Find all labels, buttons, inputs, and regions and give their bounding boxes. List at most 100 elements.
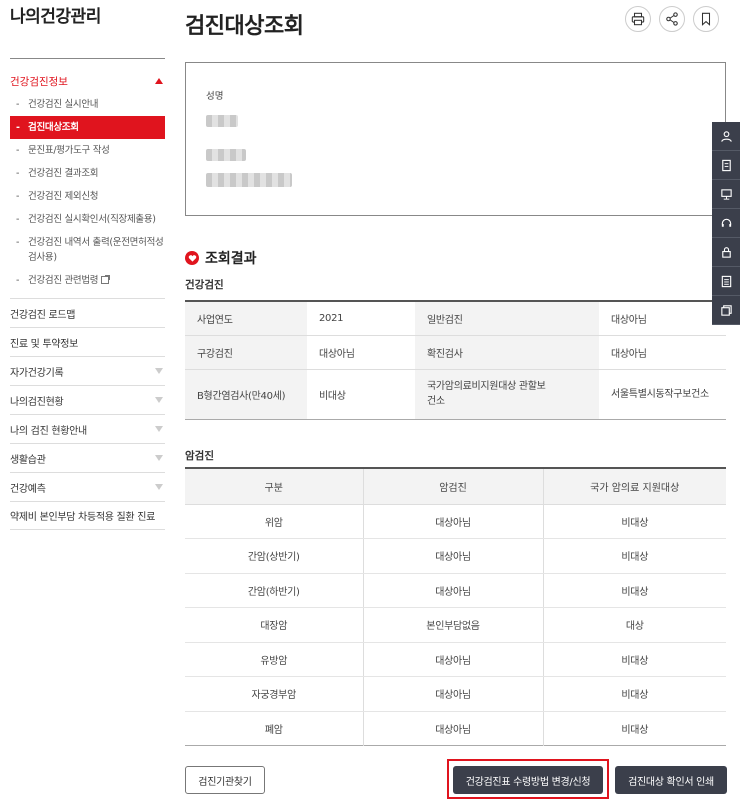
share-button[interactable]	[659, 6, 685, 32]
printer-icon	[631, 12, 645, 26]
sidebar-item-checkup-guide[interactable]: 건강검진 실시안내	[10, 93, 165, 116]
table-row: 유방암 대상아님 비대상	[185, 642, 726, 677]
table-cell: 간암(하반기)	[185, 573, 364, 608]
table-cell: 비대상	[543, 642, 726, 677]
table-row: 위암 대상아님 비대상	[185, 504, 726, 539]
lock-icon	[721, 246, 731, 258]
masked-name	[206, 115, 238, 127]
table-cell: 대장암	[185, 607, 364, 643]
table-cell: 비대상	[543, 573, 726, 608]
table-cell: 대상아님	[307, 335, 415, 370]
bookmark-button[interactable]	[693, 6, 719, 32]
chevron-up-icon	[155, 78, 163, 84]
sidebar-item-status-guide[interactable]: 나의 검진 현황안내	[10, 414, 165, 443]
sidebar-item-self-record[interactable]: 자가건강기록	[10, 356, 165, 385]
sidebar-item-roadmap[interactable]: 건강검진 로드맵	[10, 298, 165, 327]
floating-monitor-button[interactable]	[712, 180, 740, 209]
table-header-cell: 구분	[185, 468, 364, 505]
table-row: 사업연도 2021 일반검진 대상아님	[185, 301, 726, 336]
chevron-down-icon	[155, 455, 163, 461]
table-cell: 비대상	[319, 390, 346, 402]
user-icon	[720, 130, 732, 142]
table-header-cell: 국가암의료비지원대상 관할보건소	[415, 369, 599, 419]
sidebar-item-questionnaire[interactable]: 문진표/평가도구 작성	[10, 139, 165, 162]
table-cell: 비대상	[543, 538, 726, 574]
sidebar-item-confirmation[interactable]: 건강검진 실시확인서(직장제출용)	[10, 208, 165, 231]
chevron-down-icon	[155, 426, 163, 432]
table-cell: 대상아님	[599, 301, 726, 336]
chevron-down-icon	[155, 397, 163, 403]
floating-document-button[interactable]	[712, 151, 740, 180]
sidebar-item-label: 진료 및 투약정보	[10, 338, 79, 350]
table-row: 자궁경부암 대상아님 비대상	[185, 676, 726, 712]
headset-icon	[721, 218, 731, 227]
table-cell: 대상아님	[363, 538, 544, 574]
user-info-box: 성명	[185, 62, 726, 216]
table-cell: 대상아님	[599, 335, 726, 370]
sidebar-item-label: 건강검진 로드맵	[10, 309, 76, 321]
sidebar-item-label: 나의검진현황	[10, 396, 64, 408]
sidebar-item-label: 생활습관	[10, 454, 46, 466]
document-icon	[721, 159, 731, 171]
table-cell: 대상아님	[363, 573, 544, 608]
floating-toolbar	[712, 122, 740, 325]
sidebar-item-label: 건강검진 관련법령	[28, 275, 99, 286]
floating-windows-button[interactable]	[712, 296, 740, 325]
sidebar: 나의건강관리 건강검진정보 건강검진 실시안내 검진대상조회 문진표/평가도구 …	[10, 0, 165, 530]
table-cell: 대상아님	[363, 676, 544, 712]
sidebar-section-health-checkup[interactable]: 건강검진정보	[10, 69, 165, 93]
cancer-checkup-title: 암검진	[185, 450, 214, 462]
change-receipt-method-button[interactable]: 건강검진표 수령방법 변경/신청	[453, 766, 603, 794]
table-header-cell: B형간염검사(만40세)	[185, 369, 307, 419]
page-actions	[625, 6, 719, 32]
external-link-icon	[101, 275, 111, 284]
table-row: 폐암 대상아님 비대상	[185, 711, 726, 746]
floating-user-button[interactable]	[712, 122, 740, 151]
table-cell: 비대상	[543, 504, 726, 539]
table-cell: 2021	[307, 301, 415, 336]
sidebar-item-lifestyle[interactable]: 생활습관	[10, 443, 165, 472]
sidebar-item-laws[interactable]: 건강검진 관련법령	[10, 269, 165, 292]
cancer-checkup-table: 구분 암검진 국가 암의료 지원대상 위암 대상아님 비대상 간암(상반기) 대상아님…	[185, 467, 726, 746]
sidebar-item-label: 약제비 본인부담 차등적용 질환 진료	[10, 512, 156, 523]
share-icon	[666, 12, 678, 26]
sidebar-menu: 건강검진 로드맵 진료 및 투약정보 자가건강기록 나의검진현황 나의 검진 현…	[10, 298, 165, 530]
masked-info	[206, 149, 246, 161]
print-button[interactable]	[625, 6, 651, 32]
table-header-row: 구분 암검진 국가 암의료 지원대상	[185, 468, 726, 505]
table-header-cell: 암검진	[363, 468, 544, 505]
print-confirmation-button[interactable]: 검진대상 확인서 인쇄	[615, 766, 727, 794]
table-row: 대장암 본인부담없음 대상	[185, 607, 726, 643]
sidebar-item-exclusion[interactable]: 건강검진 제외신청	[10, 185, 165, 208]
sidebar-item-drug-cost[interactable]: 약제비 본인부담 차등적용 질환 진료	[10, 501, 165, 530]
table-row: 구강검진 대상아님 확진검사 대상아님	[185, 335, 726, 370]
sidebar-item-label: 건강예측	[10, 483, 46, 495]
sidebar-item-label: 자가건강기록	[10, 367, 64, 379]
table-cell: 대상아님	[363, 504, 544, 539]
monitor-icon	[720, 188, 732, 200]
table-cell: 위암	[185, 504, 364, 539]
table-header-cell: 일반검진	[415, 301, 599, 336]
floating-list-button[interactable]	[712, 267, 740, 296]
table-cell: 대상아님	[363, 711, 544, 746]
find-checkup-org-button[interactable]: 검진기관찾기	[185, 766, 265, 794]
general-checkup-table: 사업연도 2021 일반검진 대상아님 구강검진 대상아님 확진검사 대상아님 …	[185, 300, 726, 420]
sidebar-item-my-status[interactable]: 나의검진현황	[10, 385, 165, 414]
chevron-down-icon	[155, 484, 163, 490]
bookmark-icon	[701, 12, 711, 26]
floating-support-button[interactable]	[712, 209, 740, 238]
sidebar-sub-list: 건강검진 실시안내 검진대상조회 문진표/평가도구 작성 건강검진 결과조회 건…	[10, 93, 165, 298]
sidebar-item-treatment[interactable]: 진료 및 투약정보	[10, 327, 165, 356]
table-cell: 유방암	[185, 642, 364, 677]
sidebar-item-results[interactable]: 건강검진 결과조회	[10, 162, 165, 185]
table-cell: 대상	[543, 607, 726, 643]
sidebar-section-label: 건강검진정보	[10, 75, 68, 88]
result-heading: 조회결과	[185, 248, 257, 268]
sidebar-item-target-lookup[interactable]: 검진대상조회	[10, 116, 165, 139]
sidebar-item-statement-print[interactable]: 건강검진 내역서 출력(운전면허적성검사용)	[10, 231, 165, 269]
list-icon	[721, 275, 731, 287]
sidebar-item-prediction[interactable]: 건강예측	[10, 472, 165, 501]
table-row: B형간염검사(만40세) 비대상 국가암의료비지원대상 관할보건소 서울특별시동…	[185, 369, 726, 419]
floating-lock-button[interactable]	[712, 238, 740, 267]
divider	[10, 58, 165, 59]
